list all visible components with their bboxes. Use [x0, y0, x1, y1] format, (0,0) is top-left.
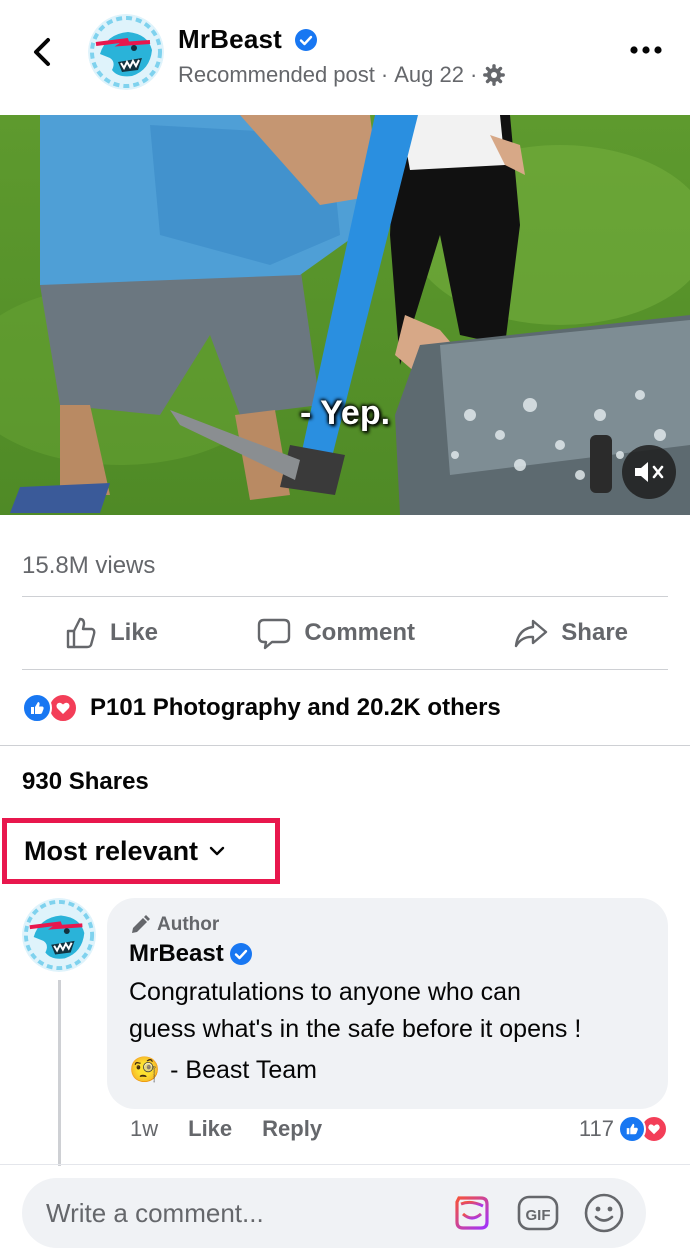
monocle-face-icon: 🧐 — [129, 1056, 161, 1084]
post-actions: Like Comment Share — [22, 598, 668, 668]
comment-reply-button[interactable]: Reply — [262, 1116, 322, 1142]
pencil-icon — [132, 915, 150, 933]
gif-icon[interactable]: GIF — [516, 1191, 560, 1235]
video-frame — [0, 115, 690, 515]
gear-icon[interactable] — [483, 64, 506, 86]
author-badge-label: Author — [157, 914, 220, 935]
like-thumb-icon — [66, 617, 96, 649]
verified-badge-icon — [229, 943, 252, 965]
share-arrow-icon — [515, 619, 548, 648]
post-date[interactable]: Aug 22 — [394, 62, 464, 88]
comment-reaction-count: 117 — [578, 1116, 614, 1141]
comment-signature: 🧐 - Beast Team — [129, 1056, 646, 1085]
like-label: Like — [110, 619, 159, 646]
divider — [0, 745, 690, 746]
comment-bubble-icon — [258, 618, 291, 650]
emoji-icon[interactable] — [582, 1191, 626, 1235]
share-count[interactable]: 930 Shares — [22, 768, 149, 796]
comment-meta: 1w Like Reply — [130, 1116, 322, 1142]
comment-text: Congratulations to anyone who can guess … — [129, 978, 582, 1043]
comment-button[interactable]: Comment — [216, 615, 455, 651]
verified-badge-icon — [295, 29, 318, 51]
meta-separator: · — [380, 62, 389, 87]
reaction-icons — [22, 692, 82, 724]
reply-thread-line — [58, 980, 61, 1166]
page-avatar[interactable] — [88, 14, 164, 90]
author-badge: Author — [129, 912, 646, 938]
volume-muted-icon[interactable] — [622, 445, 676, 499]
comment-label: Comment — [304, 619, 415, 646]
post-header: MrBeast Recommended post · Aug 22 · — [0, 0, 690, 115]
comment-input[interactable] — [46, 1197, 446, 1229]
comment-like-button[interactable]: Like — [188, 1116, 232, 1142]
love-reaction-icon — [48, 693, 78, 723]
more-options-icon[interactable] — [626, 40, 666, 60]
comment-time[interactable]: 1w — [130, 1116, 158, 1142]
comment-composer[interactable]: GIF — [22, 1178, 646, 1248]
reactions-text[interactable]: P101 Photography and 20.2K others — [90, 694, 501, 722]
recommended-label: Recommended post — [178, 62, 375, 87]
like-reaction-icon — [618, 1115, 646, 1143]
comment-bubble[interactable]: Author MrBeast Congratulations to anyone… — [107, 898, 668, 1109]
comment-reaction-icons — [618, 1114, 668, 1144]
meta-separator: · — [469, 62, 478, 87]
page-name-text[interactable]: MrBeast — [178, 24, 282, 54]
like-reaction-icon — [22, 693, 52, 723]
back-arrow-icon[interactable] — [26, 32, 62, 72]
reactions-summary[interactable]: P101 Photography and 20.2K others — [22, 690, 501, 726]
commenter-avatar[interactable] — [22, 898, 96, 972]
avatar-sticker-icon[interactable] — [450, 1191, 494, 1235]
comment-sort-dropdown[interactable]: Most relevant — [2, 818, 280, 884]
comment-reactions[interactable]: 117 — [579, 1114, 668, 1144]
divider — [0, 1164, 690, 1165]
post-meta: Recommended post · Aug 22 · — [178, 62, 506, 88]
sort-label: Most relevant — [24, 835, 199, 866]
chevron-down-icon — [209, 846, 225, 856]
composer-icons: GIF — [450, 1191, 626, 1235]
signature-text: - Beast Team — [170, 1056, 317, 1084]
commenter-name[interactable]: MrBeast — [129, 940, 646, 968]
page-name[interactable]: MrBeast — [178, 24, 318, 55]
commenter-name-text[interactable]: MrBeast — [129, 940, 224, 968]
video-player[interactable]: - Yep. — [0, 115, 690, 515]
share-button[interactable]: Share — [473, 615, 668, 651]
svg-text:GIF: GIF — [526, 1207, 551, 1224]
divider — [22, 596, 668, 597]
share-label: Share — [561, 619, 628, 646]
view-count: 15.8M views — [22, 552, 156, 579]
like-button[interactable]: Like — [22, 615, 198, 651]
video-caption: - Yep. — [299, 394, 391, 432]
divider — [22, 669, 668, 670]
